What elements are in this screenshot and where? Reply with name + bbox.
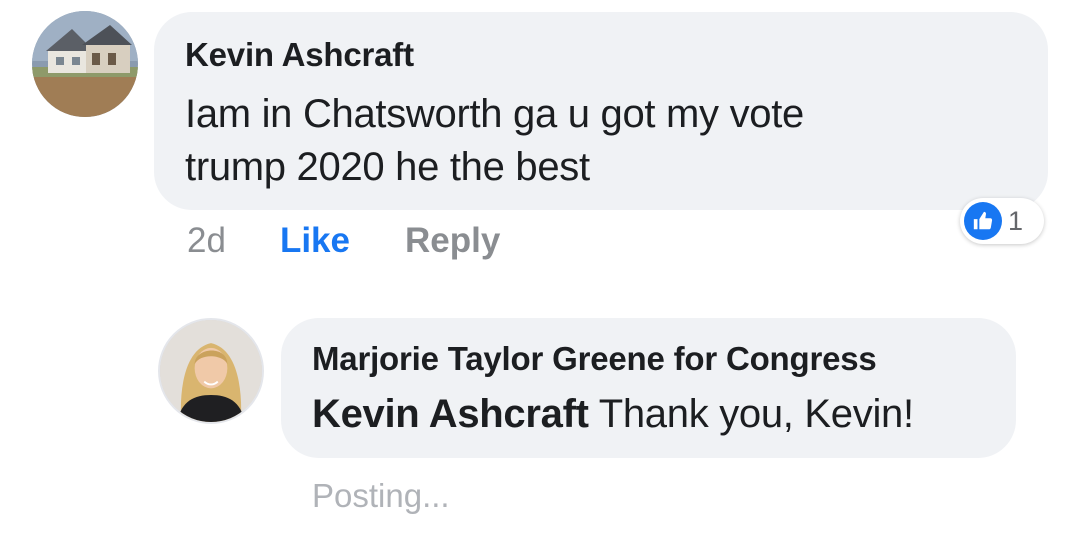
- thumbs-up-icon: [964, 202, 1002, 240]
- reaction-summary[interactable]: 1: [960, 198, 1044, 244]
- posting-status: Posting...: [312, 477, 450, 514]
- reply-mention[interactable]: Kevin Ashcraft: [312, 392, 589, 436]
- reply-button[interactable]: Reply: [405, 221, 500, 261]
- like-button[interactable]: Like: [280, 221, 350, 261]
- comment-text-line: trump 2020 he the best: [185, 145, 590, 189]
- house-photo-icon: [32, 11, 138, 117]
- comment-text-line: Iam in Chatsworth ga u got my vote: [185, 92, 804, 136]
- person-photo-icon: [160, 320, 262, 422]
- reply-bubble: Marjorie Taylor Greene for Congress Kevi…: [281, 318, 1016, 458]
- comment-actions: 2d Like Reply: [187, 216, 500, 266]
- replier-avatar[interactable]: [158, 318, 264, 424]
- comment-timestamp[interactable]: 2d: [187, 221, 226, 261]
- reply-message: Thank you, Kevin!: [588, 392, 914, 436]
- reaction-count: 1: [1008, 205, 1024, 236]
- comment-author[interactable]: Kevin Ashcraft: [185, 36, 1018, 74]
- comment-bubble: Kevin Ashcraft Iam in Chatsworth ga u go…: [154, 12, 1048, 210]
- comment-text: Iam in Chatsworth ga u got my vote trump…: [185, 88, 1018, 194]
- commenter-avatar[interactable]: [32, 11, 138, 117]
- reply-author[interactable]: Marjorie Taylor Greene for Congress: [312, 340, 986, 378]
- reply-text: Kevin Ashcraft Thank you, Kevin!: [312, 388, 986, 441]
- comment-thread: Kevin Ashcraft Iam in Chatsworth ga u go…: [0, 0, 1080, 544]
